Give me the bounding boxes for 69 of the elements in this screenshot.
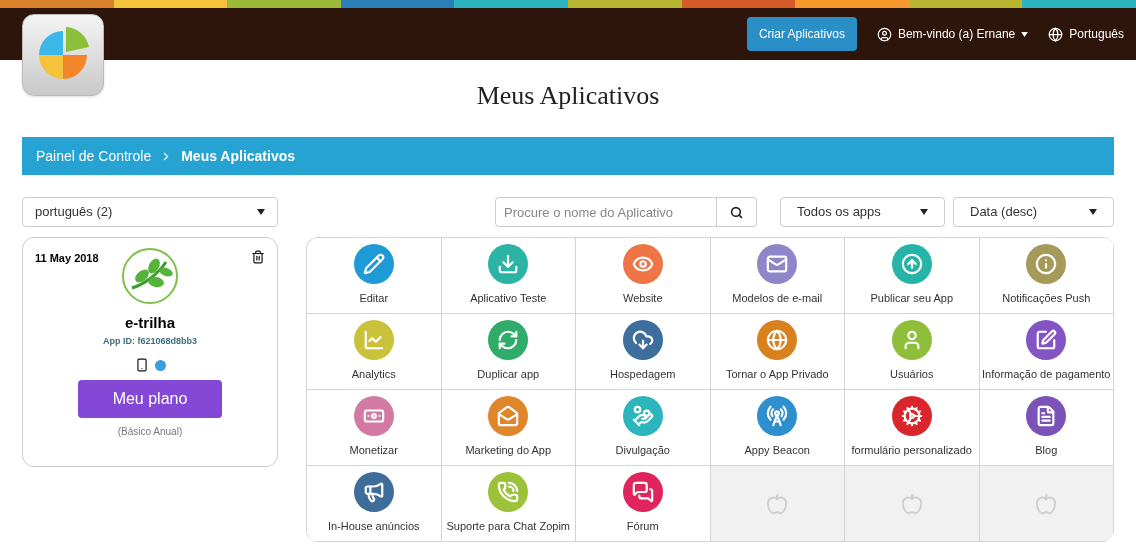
trash-icon[interactable] [251, 250, 265, 264]
tile-label: Tornar o App Privado [725, 367, 829, 383]
chevron-icon [163, 151, 170, 161]
feature-tile[interactable]: Hospedagem [576, 314, 711, 390]
feature-tile[interactable]: Usuários [845, 314, 980, 390]
tile-label: Monetizar [349, 443, 398, 459]
plan-button[interactable]: Meu plano [78, 380, 222, 418]
feature-tile[interactable]: Duplicar app [441, 314, 576, 390]
feature-tile[interactable]: Publicar seu App [845, 238, 980, 314]
user-icon [876, 26, 892, 42]
apple-icon [766, 492, 789, 515]
plan-note: (Básico Anual) [117, 425, 183, 439]
tile-label: Suporte para Chat Zopim [446, 519, 570, 535]
feature-tile[interactable]: Tornar o App Privado [710, 314, 845, 390]
feature-tile[interactable]: Suporte para Chat Zopim [441, 466, 576, 542]
app-name: e-trilha [125, 313, 175, 333]
apple-icon [900, 492, 923, 515]
feature-tile[interactable]: Appy Beacon [710, 390, 845, 466]
feature-tile[interactable]: Modelos de e-mail [710, 238, 845, 314]
tile-label: Marketing do App [465, 443, 552, 459]
search-field[interactable]: Procure o nome do Aplicativo [495, 197, 717, 227]
caret-icon [257, 209, 265, 215]
tile-label: Duplicar app [477, 367, 540, 383]
feature-tile[interactable]: Blog [979, 390, 1114, 466]
caret-icon [1021, 31, 1029, 37]
tile-label: Publicar seu App [870, 291, 954, 307]
apple-icon [1035, 492, 1058, 515]
language-select[interactable]: português (2) [22, 197, 278, 227]
tile-label: formulário personalizado [851, 443, 972, 459]
search-icon [730, 205, 743, 219]
tile-label: Informação de pagamento [982, 367, 1111, 383]
leaf-logo [120, 246, 180, 306]
feature-tile[interactable]: Marketing do App [441, 390, 576, 466]
tile-label: Aplicativo Teste [470, 291, 547, 307]
feature-tile[interactable]: Editar [307, 238, 442, 314]
feature-tile[interactable]: Analytics [307, 314, 442, 390]
app-id: App ID: f621068d8bb3 [103, 334, 197, 348]
tile-label: Notificações Push [1002, 291, 1091, 307]
feature-tile[interactable]: Aplicativo Teste [441, 238, 576, 314]
globe-icon [1048, 26, 1064, 42]
user-menu[interactable]: Bem-vindo (a) Ernane [876, 25, 1029, 43]
tile-label: Fórum [626, 519, 659, 535]
feature-tile[interactable]: Website [576, 238, 711, 314]
feature-tile[interactable]: Informação de pagamento [979, 314, 1114, 390]
tile-label: In-House anúncios [327, 519, 420, 535]
language-menu[interactable]: Português [1048, 25, 1124, 43]
tile-label: Appy Beacon [744, 443, 810, 459]
page-title: Meus Aplicativos [475, 80, 661, 112]
caret-icon [920, 209, 928, 215]
feature-tile[interactable]: Monetizar [307, 390, 442, 466]
sort-select[interactable]: Data (desc) [953, 197, 1114, 227]
tile-label: Divulgação [615, 443, 670, 459]
tile-label: Hospedagem [610, 367, 676, 383]
feature-tile[interactable]: Divulgação [576, 390, 711, 466]
app-date: 11 May 2018 [35, 251, 99, 266]
search-button[interactable] [717, 197, 757, 227]
caret-icon [1089, 209, 1097, 215]
create-apps-button[interactable]: Criar Aplicativos [746, 17, 857, 51]
tile-label: Editar [359, 291, 389, 307]
feature-tile[interactable]: In-House anúncios [307, 466, 442, 542]
tile-label: Usuários [890, 367, 934, 383]
type-select[interactable]: Todos os apps [780, 197, 945, 227]
tile-label: Website [622, 291, 663, 307]
tile-label: Analytics [351, 367, 396, 383]
tile-label: Blog [1035, 443, 1058, 459]
feature-tile[interactable]: formulário personalizado [845, 390, 980, 466]
feature-tile[interactable]: Fórum [576, 466, 711, 542]
tile-label: Modelos de e-mail [732, 291, 823, 307]
feature-tile[interactable]: Notificações Push [979, 238, 1114, 314]
